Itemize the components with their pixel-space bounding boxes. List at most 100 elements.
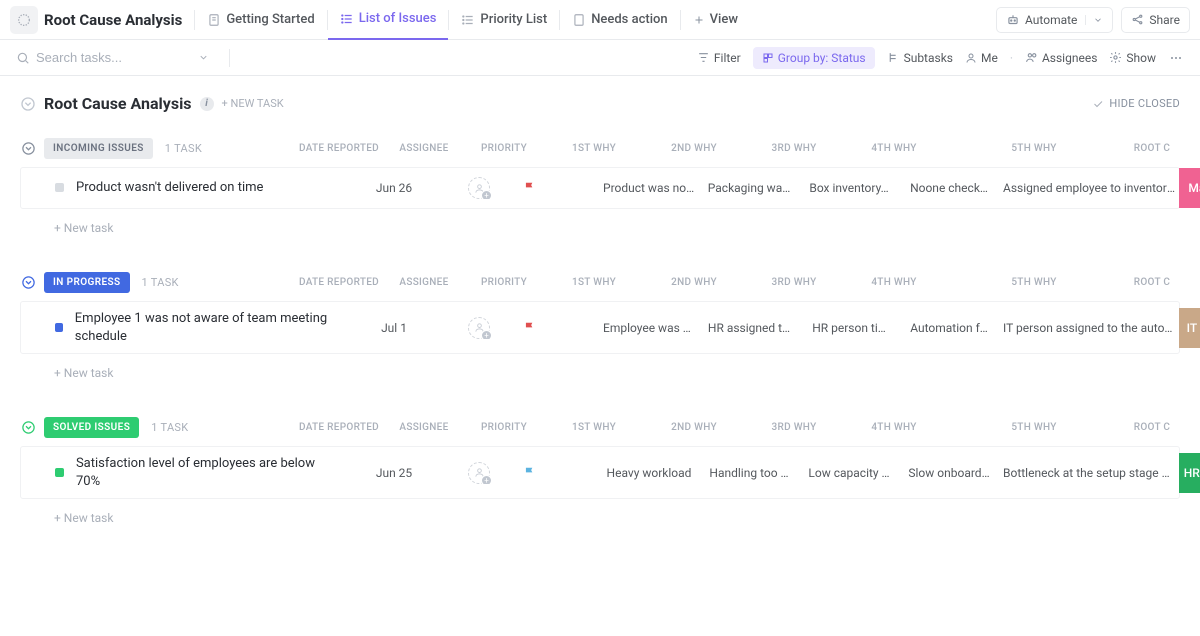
cell-priority[interactable]	[519, 321, 599, 335]
flag-icon[interactable]	[523, 466, 595, 480]
assignee-avatar[interactable]: +	[468, 317, 490, 339]
cell-priority[interactable]	[519, 181, 599, 195]
col-header-assignee[interactable]: ASSIGNEE	[384, 143, 464, 154]
add-view-button[interactable]: View	[681, 0, 750, 40]
cell-1st-why[interactable]: Heavy workload	[599, 466, 699, 480]
task-name[interactable]: Satisfaction level of employees are belo…	[76, 447, 349, 498]
col-header-assignee[interactable]: ASSIGNEE	[384, 422, 464, 433]
cell-date[interactable]: Jun 26	[349, 181, 439, 195]
cell-2nd-why[interactable]: Handling too …	[699, 466, 799, 480]
tab-priority-list[interactable]: Priority List	[449, 0, 559, 40]
automate-button[interactable]: Automate	[996, 7, 1113, 33]
cell-assignee[interactable]: +	[439, 177, 519, 199]
status-square[interactable]	[55, 323, 63, 332]
chevron-down-icon[interactable]	[198, 52, 209, 63]
col-header-root[interactable]: ROOT C	[1124, 277, 1180, 288]
col-header-date[interactable]: DATE REPORTED	[294, 277, 384, 288]
col-header-priority[interactable]: PRIORITY	[464, 422, 544, 433]
group-by-button[interactable]: Group by: Status	[753, 47, 875, 69]
col-header-priority[interactable]: PRIORITY	[464, 277, 544, 288]
assignees-button[interactable]: Assignees	[1025, 51, 1097, 65]
col-header-2nd-why[interactable]: 2ND WHY	[644, 143, 744, 154]
subtasks-button[interactable]: Subtasks	[887, 51, 953, 65]
tab-list-of-issues[interactable]: List of Issues	[328, 0, 449, 40]
filter-button[interactable]: Filter	[697, 51, 741, 65]
col-header-date[interactable]: DATE REPORTED	[294, 143, 384, 154]
col-header-2nd-why[interactable]: 2ND WHY	[644, 277, 744, 288]
new-task-button[interactable]: + New task	[20, 358, 1180, 380]
cell-1st-why[interactable]: Employee was not …	[599, 321, 699, 335]
cell-date[interactable]: Jun 25	[349, 466, 439, 480]
cell-3rd-why[interactable]: Low capacity …	[799, 466, 899, 480]
col-header-3rd-why[interactable]: 3RD WHY	[744, 277, 844, 288]
cell-assignee[interactable]: +	[439, 462, 519, 484]
cell-2nd-why[interactable]: HR assigned t…	[699, 321, 799, 335]
status-chip[interactable]: INCOMING ISSUES	[44, 138, 153, 159]
chevron-down-icon[interactable]	[20, 274, 36, 290]
col-header-4th-why[interactable]: 4TH WHY	[844, 422, 944, 433]
new-task-button[interactable]: + NEW TASK	[222, 97, 284, 110]
col-header-4th-why[interactable]: 4TH WHY	[844, 277, 944, 288]
new-task-button[interactable]: + New task	[20, 213, 1180, 235]
col-header-4th-why[interactable]: 4TH WHY	[844, 143, 944, 154]
col-header-5th-why[interactable]: 5TH WHY	[944, 143, 1124, 154]
chevron-down-icon[interactable]	[20, 419, 36, 435]
chevron-down-icon[interactable]	[20, 96, 36, 112]
cell-assignee[interactable]: +	[439, 317, 519, 339]
task-row[interactable]: Employee 1 was not aware of team meeting…	[20, 301, 1180, 354]
cell-5th-why[interactable]: Bottleneck at the setup stage of onb…	[999, 466, 1179, 480]
task-row[interactable]: Product wasn't delivered on time Jun 26 + P…	[20, 167, 1180, 209]
cell-2nd-why[interactable]: Packaging wa…	[699, 181, 799, 195]
search-input[interactable]	[36, 50, 186, 65]
more-button[interactable]	[1168, 50, 1184, 66]
tab-needs-action[interactable]: Needs action	[560, 0, 679, 40]
task-row[interactable]: Satisfaction level of employees are belo…	[20, 446, 1180, 499]
tab-getting-started[interactable]: Getting Started	[195, 0, 326, 40]
task-name[interactable]: Employee 1 was not aware of team meeting…	[75, 302, 349, 353]
flag-icon[interactable]	[523, 181, 595, 195]
status-chip[interactable]: IN PROGRESS	[44, 272, 130, 293]
status-square[interactable]	[55, 468, 64, 477]
cell-3rd-why[interactable]: Box inventory…	[799, 181, 899, 195]
flag-icon[interactable]	[523, 321, 595, 335]
me-button[interactable]: Me	[965, 51, 998, 65]
col-header-5th-why[interactable]: 5TH WHY	[944, 422, 1124, 433]
cell-5th-why[interactable]: Assigned employee to inventory che…	[999, 181, 1179, 195]
cell-3rd-why[interactable]: HR person ti…	[799, 321, 899, 335]
col-header-assignee[interactable]: ASSIGNEE	[384, 277, 464, 288]
assignee-avatar[interactable]: +	[468, 177, 490, 199]
cell-priority[interactable]	[519, 466, 599, 480]
root-cause-chip[interactable]: IT Depa	[1179, 308, 1200, 348]
status-square[interactable]	[55, 183, 64, 192]
col-header-2nd-why[interactable]: 2ND WHY	[644, 422, 744, 433]
col-header-1st-why[interactable]: 1ST WHY	[544, 143, 644, 154]
cell-5th-why[interactable]: IT person assigned to the automatio…	[999, 321, 1179, 335]
new-task-button[interactable]: + New task	[20, 503, 1180, 525]
status-chip[interactable]: SOLVED ISSUES	[44, 417, 139, 438]
col-header-1st-why[interactable]: 1ST WHY	[544, 277, 644, 288]
show-button[interactable]: Show	[1109, 51, 1156, 65]
hide-closed-button[interactable]: HIDE CLOSED	[1092, 97, 1180, 110]
col-header-3rd-why[interactable]: 3RD WHY	[744, 143, 844, 154]
root-cause-chip[interactable]: HR Depa	[1179, 453, 1200, 493]
col-header-root[interactable]: ROOT C	[1124, 422, 1180, 433]
col-header-5th-why[interactable]: 5TH WHY	[944, 277, 1124, 288]
col-header-1st-why[interactable]: 1ST WHY	[544, 422, 644, 433]
assignee-avatar[interactable]: +	[468, 462, 490, 484]
chevron-down-icon[interactable]	[1085, 15, 1103, 25]
task-name[interactable]: Product wasn't delivered on time	[76, 171, 271, 205]
col-header-priority[interactable]: PRIORITY	[464, 143, 544, 154]
chevron-down-icon[interactable]	[20, 140, 36, 156]
share-button[interactable]: Share	[1121, 7, 1190, 33]
cell-date[interactable]: Jul 1	[349, 321, 439, 335]
plus-icon	[693, 14, 705, 26]
col-header-3rd-why[interactable]: 3RD WHY	[744, 422, 844, 433]
cell-4th-why[interactable]: Automation f…	[899, 321, 999, 335]
cell-1st-why[interactable]: Product was not re…	[599, 181, 699, 195]
info-icon[interactable]: i	[200, 97, 214, 111]
col-header-root[interactable]: ROOT C	[1124, 143, 1180, 154]
cell-4th-why[interactable]: Noone check…	[899, 181, 999, 195]
root-cause-chip[interactable]: Manpo	[1179, 168, 1200, 208]
col-header-date[interactable]: DATE REPORTED	[294, 422, 384, 433]
cell-4th-why[interactable]: Slow onboard…	[899, 466, 999, 480]
